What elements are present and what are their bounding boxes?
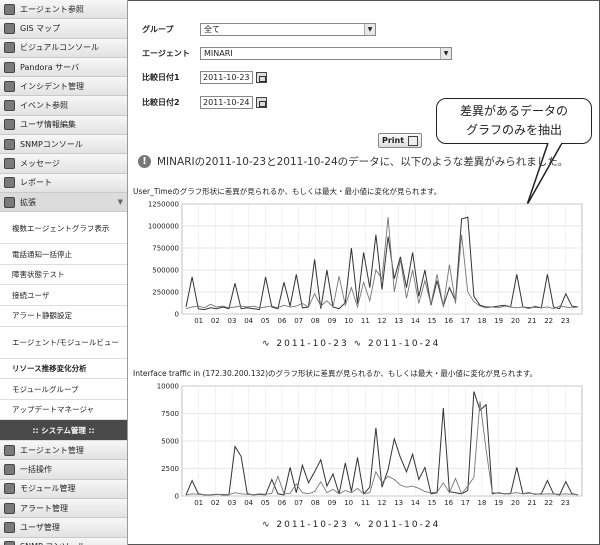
y-tick-label: 1000000 bbox=[148, 223, 179, 231]
x-tick-label: 09 bbox=[328, 499, 337, 507]
x-tick-label: 22 bbox=[544, 499, 553, 507]
y-tick-label: 0 bbox=[175, 493, 179, 501]
x-tick-label: 06 bbox=[278, 317, 287, 325]
y-tick-label: 2500 bbox=[161, 465, 179, 473]
legend-line-icon: ∿ bbox=[262, 339, 272, 349]
x-tick-label: 17 bbox=[461, 499, 470, 507]
x-tick-label: 16 bbox=[444, 317, 453, 325]
x-tick-label: 18 bbox=[478, 499, 487, 507]
x-tick-label: 03 bbox=[228, 499, 237, 507]
x-tick-label: 20 bbox=[511, 317, 520, 325]
x-tick-label: 02 bbox=[211, 499, 220, 507]
x-tick-label: 11 bbox=[361, 317, 370, 325]
warning-icon: ! bbox=[138, 155, 151, 168]
x-tick-label: 17 bbox=[461, 317, 470, 325]
legend-line-icon: ∿ bbox=[353, 520, 364, 530]
x-tick-label: 10 bbox=[344, 499, 353, 507]
legend-entry: 2011-10-24 bbox=[368, 339, 441, 349]
chart-user-time: 1250000 1000000 750000 500000 250000 0 01 02 03 0… bbox=[148, 201, 583, 325]
x-tick-label: 12 bbox=[378, 499, 387, 507]
x-tick-label: 14 bbox=[411, 499, 420, 507]
x-tick-label: 11 bbox=[361, 499, 370, 507]
legend-line-icon: ∿ bbox=[353, 339, 364, 349]
x-tick-label: 08 bbox=[311, 317, 320, 325]
x-tick-label: 22 bbox=[544, 317, 553, 325]
x-tick-label: 04 bbox=[244, 317, 253, 325]
x-tick-label: 03 bbox=[228, 317, 237, 325]
x-tick-label: 13 bbox=[394, 317, 403, 325]
x-tick-label: 23 bbox=[561, 499, 570, 507]
y-tick-label: 10000 bbox=[157, 383, 179, 391]
x-tick-label: 04 bbox=[244, 499, 253, 507]
x-tick-label: 08 bbox=[311, 499, 320, 507]
x-tick-label: 05 bbox=[261, 317, 270, 325]
result-message-text: MINARIの2011-10-23と2011-10-24のデータに、以下のような… bbox=[157, 156, 569, 168]
print-label: Print bbox=[382, 136, 405, 145]
x-tick-label: 12 bbox=[378, 317, 387, 325]
x-tick-label: 10 bbox=[344, 317, 353, 325]
legend-line-icon: ∿ bbox=[262, 520, 272, 530]
x-tick-label: 20 bbox=[511, 499, 520, 507]
legend-entry: 2011-10-24 bbox=[368, 520, 441, 530]
y-tick-label: 250000 bbox=[152, 289, 179, 297]
chart2-legend: ∿ 2011-10-23 ∿ 2011-10-24 bbox=[262, 520, 440, 530]
x-tick-label: 07 bbox=[294, 317, 303, 325]
result-message: ! MINARIの2011-10-23と2011-10-24のデータに、以下のよ… bbox=[138, 154, 568, 169]
x-tick-label: 23 bbox=[561, 317, 570, 325]
x-tick-label: 02 bbox=[211, 317, 220, 325]
x-tick-label: 05 bbox=[261, 499, 270, 507]
x-tick-label: 07 bbox=[294, 499, 303, 507]
x-tick-label: 19 bbox=[494, 317, 503, 325]
y-tick-label: 5000 bbox=[161, 438, 179, 446]
x-tick-label: 21 bbox=[528, 317, 537, 325]
y-tick-label: 7500 bbox=[161, 410, 179, 418]
print-button[interactable]: Print bbox=[378, 133, 423, 148]
x-tick-label: 18 bbox=[478, 317, 487, 325]
x-tick-label: 09 bbox=[328, 317, 337, 325]
x-tick-label: 15 bbox=[428, 499, 437, 507]
y-tick-label: 0 bbox=[175, 311, 179, 319]
y-tick-label: 1250000 bbox=[148, 201, 179, 209]
legend-entry: 2011-10-23 bbox=[276, 339, 349, 349]
x-tick-label: 16 bbox=[444, 499, 453, 507]
chart1-legend: ∿ 2011-10-23 ∿ 2011-10-24 bbox=[262, 339, 440, 349]
x-tick-label: 01 bbox=[194, 499, 203, 507]
x-tick-label: 15 bbox=[428, 317, 437, 325]
y-tick-label: 750000 bbox=[152, 245, 179, 253]
x-tick-label: 01 bbox=[194, 317, 203, 325]
x-tick-label: 14 bbox=[411, 317, 420, 325]
print-icon bbox=[408, 135, 419, 146]
x-tick-label: 06 bbox=[278, 499, 287, 507]
y-tick-label: 500000 bbox=[152, 267, 179, 275]
x-tick-label: 21 bbox=[528, 499, 537, 507]
chart-interface-traffic: 10000 7500 5000 2500 0 01 02 03 04 05 06 07 08 09 10 11… bbox=[157, 383, 583, 507]
legend-entry: 2011-10-23 bbox=[276, 520, 349, 530]
x-tick-label: 13 bbox=[394, 499, 403, 507]
x-tick-label: 19 bbox=[494, 499, 503, 507]
